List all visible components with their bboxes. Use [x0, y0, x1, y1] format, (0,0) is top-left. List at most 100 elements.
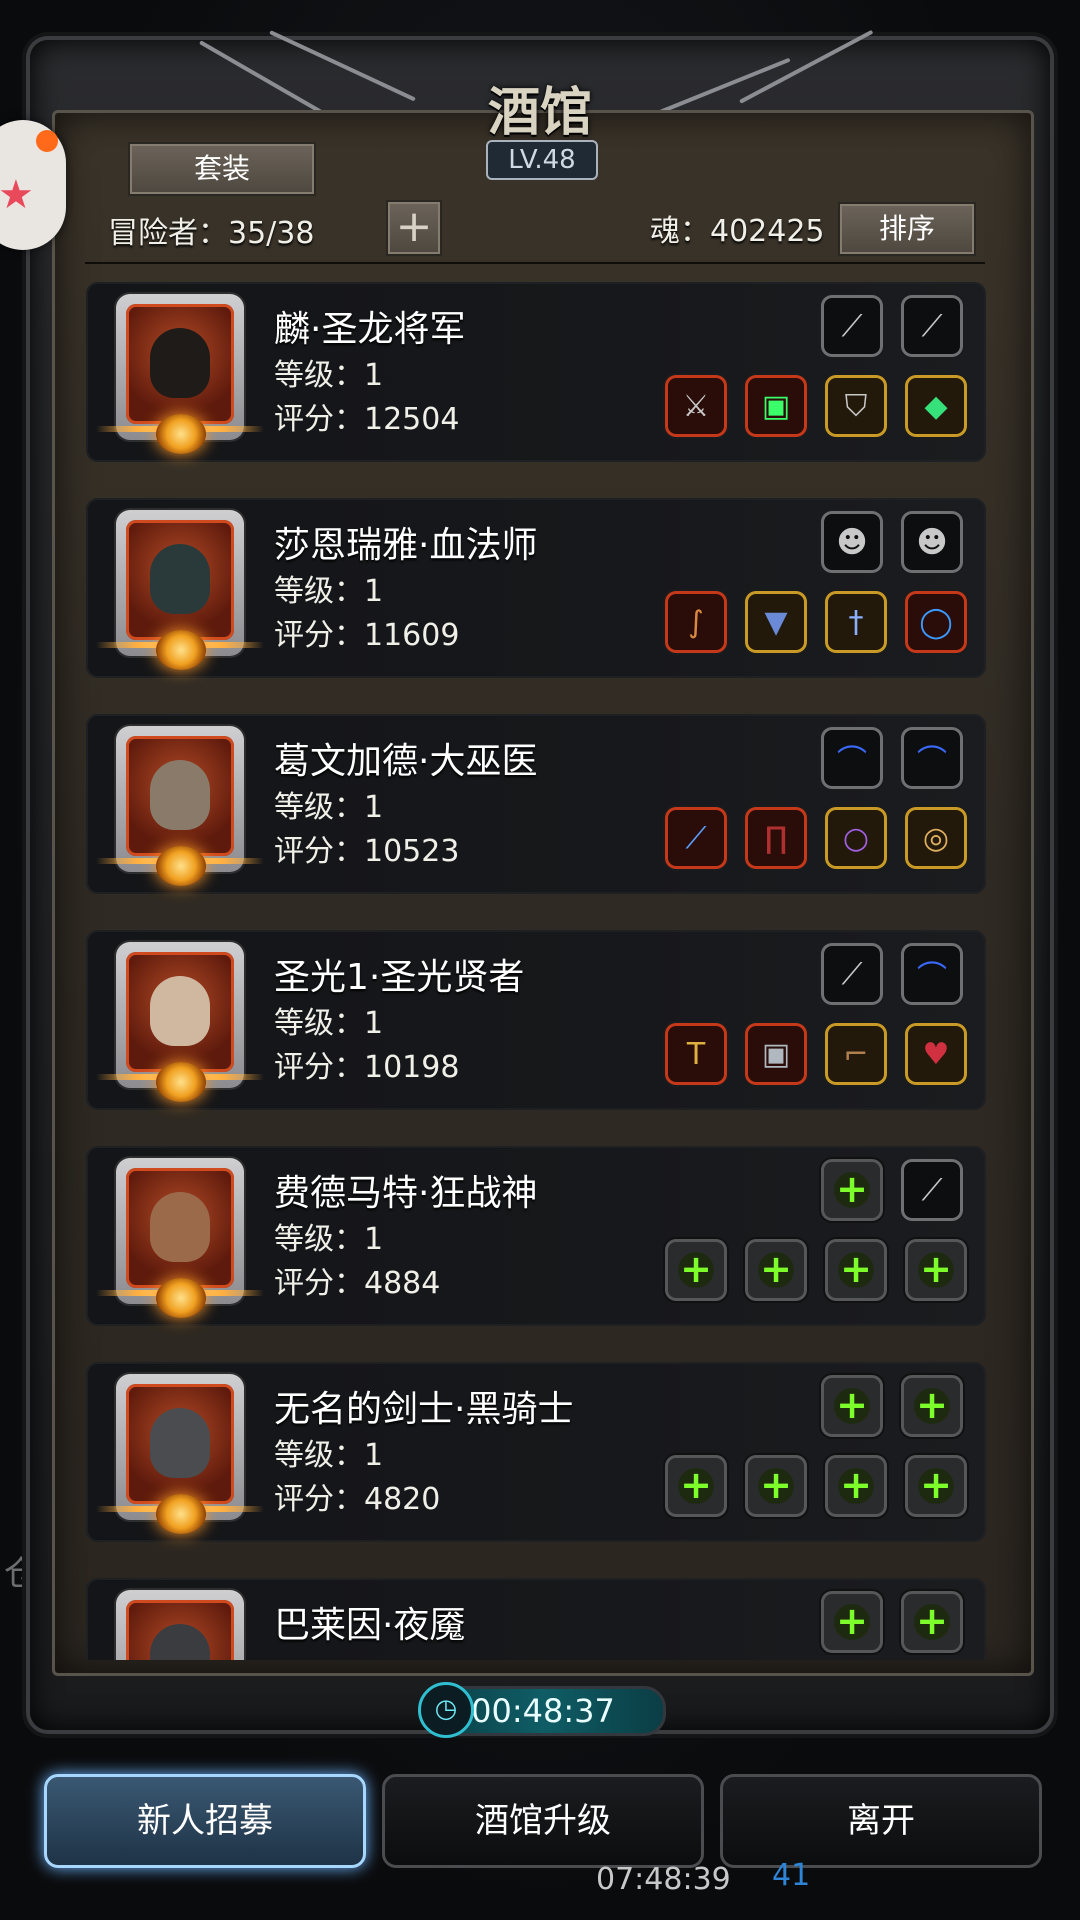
rank-emblem-icon	[156, 630, 206, 670]
plus-icon: +	[758, 1250, 794, 1288]
plus-icon: +	[914, 1386, 950, 1424]
add-equipment-slot[interactable]: +	[824, 1378, 880, 1434]
add-equipment-slot[interactable]: +	[748, 1242, 804, 1298]
hero-level: 等级：1	[274, 790, 384, 825]
armor-slot-icon[interactable]: ▣	[748, 378, 804, 434]
gem-ring-slot-icon[interactable]: ◎	[908, 810, 964, 866]
rank-emblem-icon	[156, 846, 206, 886]
hero-level: 等级：1	[274, 1006, 384, 1041]
set-button[interactable]: 套装	[128, 142, 316, 196]
hero-card[interactable]: 葛文加德·大巫医 等级：1 评分：10523 ⌒ ⌒ ⟋ ∏ ○ ◎	[86, 714, 986, 894]
hero-card[interactable]: 麟·圣龙将军 等级：1 评分：12504 ⟋ ⟋ ⚔ ▣ ⛉ ◆	[86, 282, 986, 462]
add-equipment-slot[interactable]: +	[824, 1162, 880, 1218]
hammer-slot-icon[interactable]: T	[668, 1026, 724, 1082]
robe-slot-icon[interactable]: ▼	[748, 594, 804, 650]
bow-slot-icon[interactable]: ⌒	[824, 730, 880, 786]
sword-slot-icon[interactable]: ⚔	[668, 378, 724, 434]
bow-slot-icon[interactable]: ⌒	[904, 946, 960, 1002]
hero-level: 等级：1	[274, 1222, 384, 1257]
hero-name: 圣光1·圣光贤者	[274, 957, 525, 998]
add-equipment-slot[interactable]: +	[828, 1242, 884, 1298]
tavern-upgrade-button[interactable]: 酒馆升级	[382, 1774, 704, 1868]
hero-level: 等级：1	[274, 574, 384, 609]
bracer-slot-icon[interactable]: ⟋	[904, 298, 960, 354]
hero-name: 巴莱因·夜魇	[274, 1605, 466, 1646]
hero-score: 评分：4884	[274, 1266, 441, 1301]
dagger-slot-icon[interactable]: †	[828, 594, 884, 650]
hero-card[interactable]: 巴莱因·夜魇 + +	[86, 1578, 986, 1660]
hero-card[interactable]: 莎恩瑞雅·血法师 等级：1 评分：11609 ☻ ☻ ∫ ▼ † ◯	[86, 498, 986, 678]
amulet-slot-icon[interactable]: ◆	[908, 378, 964, 434]
add-equipment-slot[interactable]: +	[668, 1458, 724, 1514]
rank-emblem-icon	[156, 1278, 206, 1318]
hero-card[interactable]: 无名的剑士·黑骑士 等级：1 评分：4820 + + + + + +	[86, 1362, 986, 1542]
add-equipment-slot[interactable]: +	[904, 1378, 960, 1434]
hero-portrait[interactable]	[96, 1374, 264, 1534]
bracer-slot-icon[interactable]: ⟋	[824, 298, 880, 354]
hero-name: 麟·圣龙将军	[274, 309, 466, 350]
hero-portrait[interactable]	[96, 726, 264, 886]
add-equipment-slot[interactable]: +	[904, 1594, 960, 1650]
hero-score: 评分：12504	[274, 402, 460, 437]
hero-portrait[interactable]	[116, 1590, 244, 1660]
add-equipment-slot[interactable]: +	[908, 1242, 964, 1298]
hero-name: 费德马特·狂战神	[274, 1173, 538, 1214]
mask-slot-icon[interactable]: ☻	[904, 514, 960, 570]
plus-icon: +	[758, 1466, 794, 1504]
hero-portrait[interactable]	[96, 942, 264, 1102]
background-count: 41	[772, 1858, 811, 1893]
hero-portrait[interactable]	[96, 1158, 264, 1318]
hero-level: 等级：1	[274, 358, 384, 393]
add-equipment-slot[interactable]: +	[828, 1458, 884, 1514]
hero-score: 评分：10198	[274, 1050, 460, 1085]
page-title: 酒馆	[487, 82, 592, 143]
staff-slot-icon[interactable]: ∫	[668, 594, 724, 650]
hero-name: 无名的剑士·黑骑士	[274, 1389, 574, 1430]
soul-count: 魂：402425	[650, 214, 825, 249]
shield-slot-icon[interactable]: ⛉	[828, 378, 884, 434]
add-equipment-slot[interactable]: +	[668, 1242, 724, 1298]
hero-portrait[interactable]	[96, 510, 264, 670]
plus-icon: +	[918, 1250, 954, 1288]
hero-list[interactable]: 麟·圣龙将军 等级：1 评分：12504 ⟋ ⟋ ⚔ ▣ ⛉ ◆ 莎恩瑞雅·血法…	[86, 280, 986, 1660]
add-equipment-slot[interactable]: +	[748, 1458, 804, 1514]
plus-icon: +	[914, 1602, 950, 1640]
hero-level: 等级：1	[274, 1438, 384, 1473]
hero-card[interactable]: 圣光1·圣光贤者 等级：1 评分：10198 ⟋ ⌒ T ▣ ⌐ ♥	[86, 930, 986, 1110]
plus-icon: +	[395, 201, 433, 252]
hero-score: 评分：11609	[274, 618, 460, 653]
floating-assistant-icon[interactable]: ★	[0, 120, 66, 250]
plus-icon: +	[678, 1250, 714, 1288]
pants-slot-icon[interactable]: ∏	[748, 810, 804, 866]
recruit-button[interactable]: 新人招募	[44, 1774, 366, 1868]
gauntlet-slot-icon[interactable]: ⟋	[904, 1162, 960, 1218]
plus-icon: +	[834, 1386, 870, 1424]
chestplate-slot-icon[interactable]: ▣	[748, 1026, 804, 1082]
plus-icon: +	[834, 1602, 870, 1640]
hero-card[interactable]: 费德马特·狂战神 等级：1 评分：4884 + ⟋ + + + +	[86, 1146, 986, 1326]
sort-button[interactable]: 排序	[838, 202, 976, 256]
add-equipment-slot[interactable]: +	[908, 1458, 964, 1514]
adventurer-count: 冒险者：35/38	[108, 216, 315, 251]
bow-slot-icon[interactable]: ⌒	[904, 730, 960, 786]
heart-amulet-slot-icon[interactable]: ♥	[908, 1026, 964, 1082]
rank-emblem-icon	[156, 1494, 206, 1534]
tavern-level-badge: LV.48	[486, 140, 598, 180]
hero-name: 莎恩瑞雅·血法师	[274, 525, 538, 566]
hero-name: 葛文加德·大巫医	[274, 741, 538, 782]
hero-portrait[interactable]	[96, 294, 264, 454]
add-slot-button[interactable]: +	[386, 200, 442, 256]
add-equipment-slot[interactable]: +	[824, 1594, 880, 1650]
background-clock: 07:48:39	[596, 1862, 731, 1897]
plus-icon: +	[838, 1466, 874, 1504]
ring-slot-icon[interactable]: ○	[828, 810, 884, 866]
leave-button[interactable]: 离开	[720, 1774, 1042, 1868]
boots-slot-icon[interactable]: ⌐	[828, 1026, 884, 1082]
plus-icon: +	[838, 1250, 874, 1288]
plus-icon: +	[918, 1466, 954, 1504]
mask-slot-icon[interactable]: ☻	[824, 514, 880, 570]
rank-emblem-icon	[156, 1062, 206, 1102]
whip-slot-icon[interactable]: ◯	[908, 594, 964, 650]
knife-slot-icon[interactable]: ⟋	[824, 946, 880, 1002]
scepter-slot-icon[interactable]: ⟋	[668, 810, 724, 866]
